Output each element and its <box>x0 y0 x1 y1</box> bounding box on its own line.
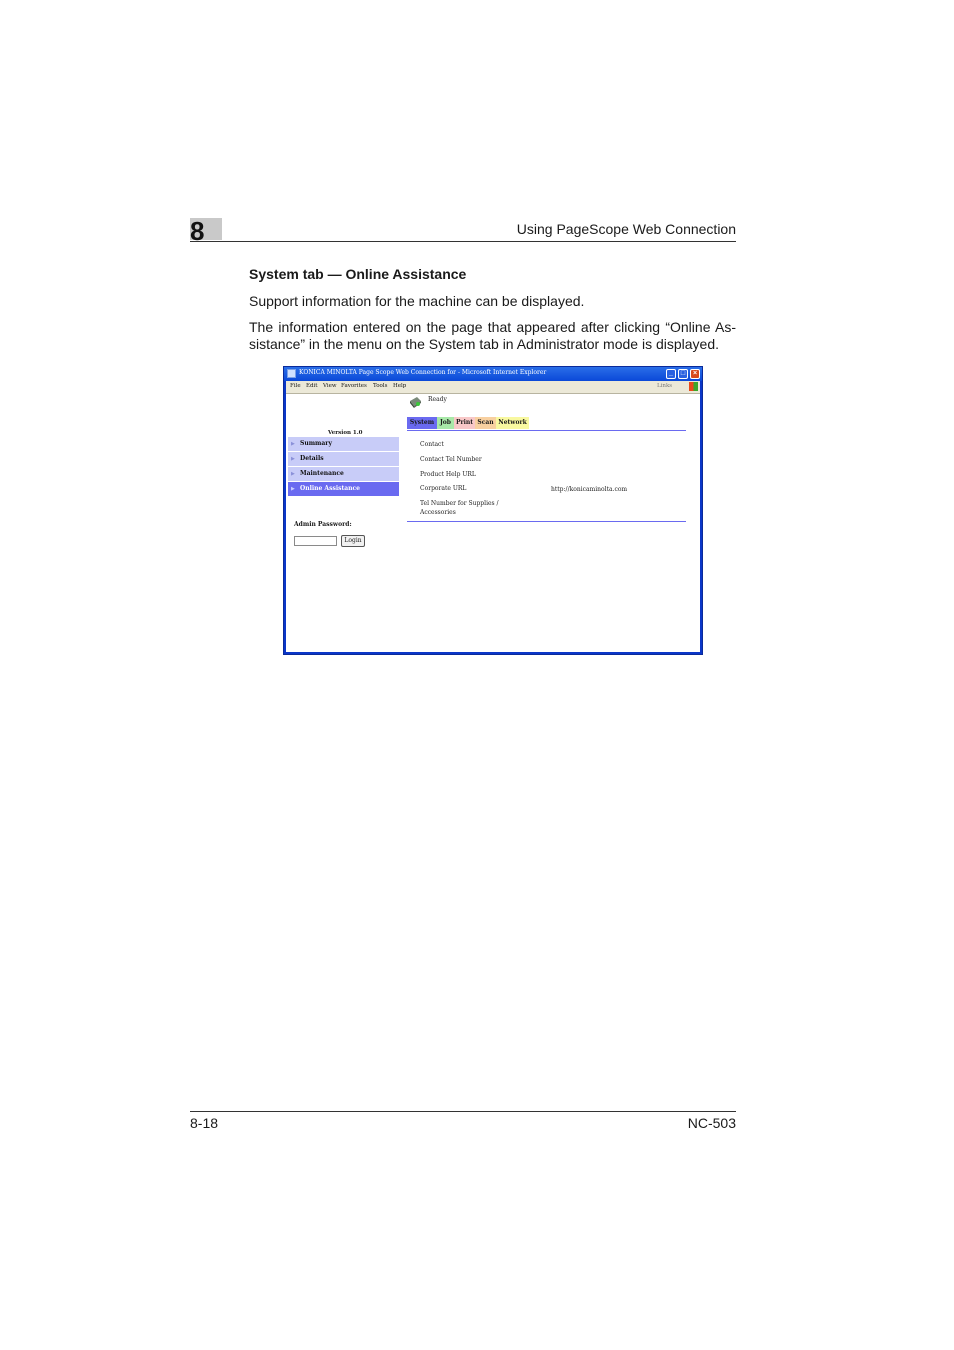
ie-page-icon <box>287 369 296 378</box>
maximize-icon[interactable]: □ <box>678 369 688 379</box>
nav-label: Summary <box>300 440 332 447</box>
nav-label: Details <box>300 455 324 462</box>
status-text: Ready <box>428 396 447 403</box>
menu-help[interactable]: Help <box>393 383 406 389</box>
paragraph-info-line2: sistance” in the menu on the System tab … <box>249 336 720 352</box>
nav-item-online-assistance[interactable]: ▶ Online Assistance <box>288 482 399 497</box>
admin-password-label: Admin Password: <box>294 521 352 528</box>
paragraph-info-line1: The information entered on the page that… <box>249 319 736 335</box>
section-title: System tab — Online Assistance <box>249 266 467 282</box>
tab-network[interactable]: Network <box>496 417 529 429</box>
nav-arrow-icon: ▶ <box>291 471 295 477</box>
model-name: NC-503 <box>687 1115 736 1131</box>
info-label-supplies-tel: Tel Number for Supplies / Accessories <box>420 500 499 516</box>
menu-tools[interactable]: Tools <box>373 383 387 389</box>
content-bottom-divider <box>407 521 686 522</box>
menu-view[interactable]: View <box>323 383 337 389</box>
tab-divider <box>407 430 686 431</box>
tab-system[interactable]: System <box>407 417 437 429</box>
menu-favorites[interactable]: Favorites <box>341 383 367 389</box>
nav-label: Online Assistance <box>300 485 360 492</box>
window-titlebar: KONICA MINOLTA Page Scope Web Connection… <box>284 367 702 381</box>
links-label[interactable]: Links <box>657 383 672 389</box>
version-label: Version 1.0 <box>328 430 363 436</box>
page-content: Version 1.0 ▶ Summary ▶ Details ▶ Mainte… <box>286 394 700 652</box>
menu-edit[interactable]: Edit <box>306 383 318 389</box>
chapter-number: 8 <box>190 216 205 246</box>
menu-file[interactable]: File <box>290 383 301 389</box>
tab-scan[interactable]: Scan <box>475 417 496 429</box>
header-divider <box>190 241 736 242</box>
paragraph-support-info: Support information for the machine can … <box>249 293 585 309</box>
nav-item-summary[interactable]: ▶ Summary <box>288 437 399 452</box>
nav-arrow-icon: ▶ <box>291 441 295 447</box>
login-button[interactable]: Login <box>341 535 365 547</box>
running-title: Using PageScope Web Connection <box>516 221 736 237</box>
close-icon[interactable]: × <box>690 369 700 379</box>
info-label-contact-tel: Contact Tel Number <box>420 456 482 463</box>
windows-logo-icon <box>689 382 698 391</box>
nav-item-maintenance[interactable]: ▶ Maintenance <box>288 467 399 482</box>
admin-password-input[interactable] <box>294 536 337 546</box>
info-label-corporate-url: Corporate URL <box>420 485 467 492</box>
tab-job[interactable]: Job <box>437 417 454 429</box>
nav-arrow-icon: ▶ <box>291 486 295 492</box>
printer-status-icon <box>410 397 421 408</box>
info-label-contact: Contact <box>420 441 444 448</box>
tab-print[interactable]: Print <box>454 417 475 429</box>
nav-label: Maintenance <box>300 470 344 477</box>
nav-item-details[interactable]: ▶ Details <box>288 452 399 467</box>
window-title: KONICA MINOLTA Page Scope Web Connection… <box>299 369 547 376</box>
page-number: 8-18 <box>190 1115 219 1131</box>
browser-window-screenshot: KONICA MINOLTA Page Scope Web Connection… <box>283 366 703 655</box>
minimize-icon[interactable]: _ <box>666 369 676 379</box>
nav-arrow-icon: ▶ <box>291 456 295 462</box>
info-label-product-help-url: Product Help URL <box>420 471 476 478</box>
footer-divider <box>190 1111 736 1112</box>
info-value-corporate-url[interactable]: http://konicaminolta.com <box>551 486 627 493</box>
menu-bar: File Edit View Favorites Tools Help Link… <box>286 381 700 394</box>
